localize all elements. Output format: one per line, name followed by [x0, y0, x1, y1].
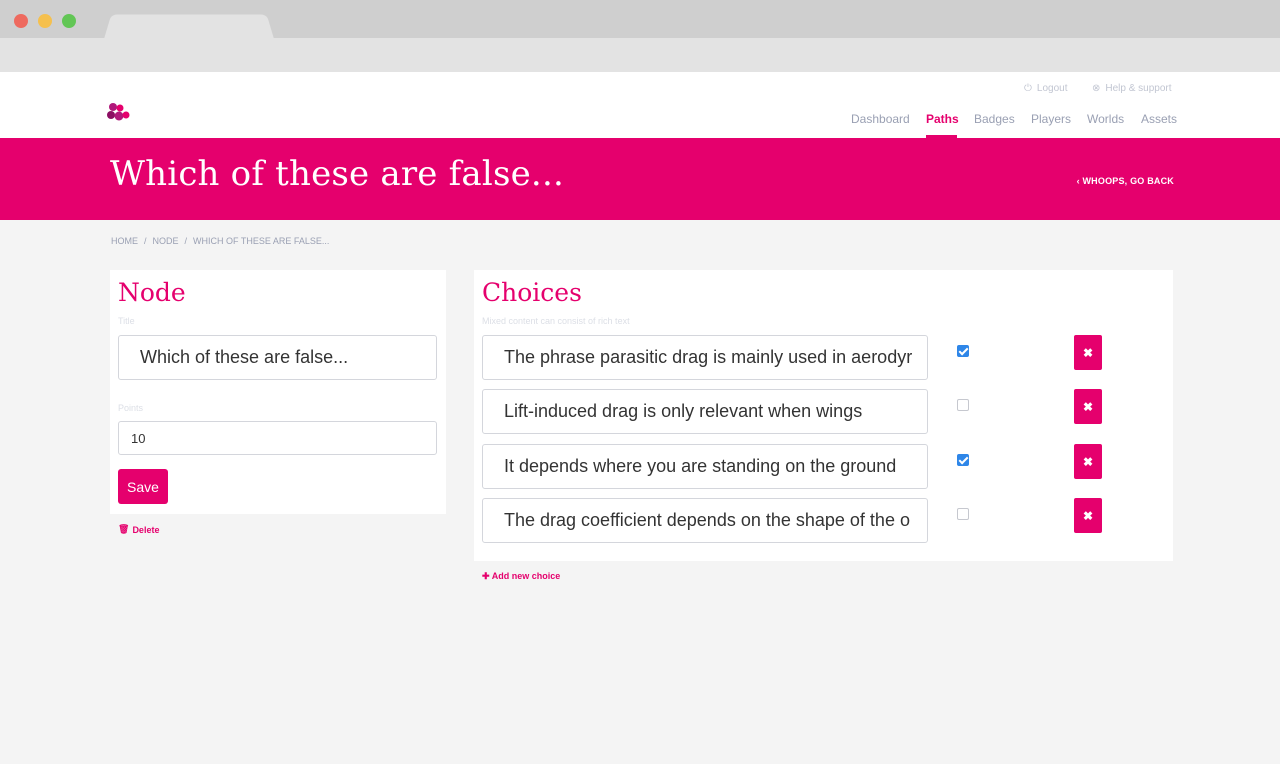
choices-heading: Choices: [482, 278, 582, 307]
close-icon: ✖: [1082, 345, 1094, 360]
title-input[interactable]: Which of these are false...: [118, 335, 437, 380]
page-title: Which of these are false...: [110, 154, 564, 194]
help-label: Help & support: [1105, 83, 1172, 94]
logout-label: Logout: [1036, 83, 1068, 94]
lifebuoy-icon: ⊗: [1092, 83, 1101, 94]
browser-chrome: [0, 0, 1280, 72]
browser-toolbar: [0, 38, 1280, 72]
logout-link[interactable]: ⏻ Logout: [1024, 83, 1068, 94]
choice-correct-checkbox[interactable]: [957, 454, 969, 466]
nav-paths[interactable]: Paths: [926, 112, 959, 126]
remove-choice-button[interactable]: ✖: [1074, 335, 1102, 370]
page-viewport: ⏻ Logout ⊗ Help & support Dashboard Path…: [0, 72, 1280, 764]
nav-worlds[interactable]: Worlds: [1087, 112, 1124, 126]
remove-choice-button[interactable]: ✖: [1074, 389, 1102, 424]
breadcrumb-separator: /: [184, 236, 188, 246]
plus-icon: ✚: [482, 571, 492, 581]
breadcrumb-current: WHICH OF THESE ARE FALSE...: [193, 236, 330, 246]
title-label: Title: [118, 316, 135, 326]
remove-choice-button[interactable]: ✖: [1074, 498, 1102, 533]
help-support-link[interactable]: ⊗ Help & support: [1092, 83, 1172, 94]
choice-input[interactable]: Lift-induced drag is only relevant when …: [482, 389, 928, 434]
save-button[interactable]: Save: [118, 469, 168, 504]
go-back-label: WHOOPS, GO BACK: [1082, 176, 1174, 186]
remove-choice-button[interactable]: ✖: [1074, 444, 1102, 479]
close-icon: ✖: [1082, 399, 1094, 414]
trash-icon: 🗑: [118, 524, 130, 534]
choice-correct-checkbox[interactable]: [957, 508, 969, 520]
page-hero: Which of these are false... ‹ WHOOPS, GO…: [0, 138, 1280, 220]
minimize-window-icon[interactable]: [38, 14, 52, 28]
delete-link[interactable]: 🗑 Delete: [118, 524, 159, 535]
node-panel: Node Title Which of these are false... P…: [110, 270, 446, 514]
nav-players[interactable]: Players: [1031, 112, 1071, 126]
choice-input[interactable]: The phrase parasitic drag is mainly used…: [482, 335, 928, 380]
choices-panel: Choices Mixed content can consist of ric…: [474, 270, 1173, 561]
points-label: Points: [118, 403, 144, 413]
node-heading: Node: [118, 278, 186, 307]
points-input[interactable]: 10: [118, 421, 437, 455]
close-window-icon[interactable]: [14, 14, 28, 28]
site-header: ⏻ Logout ⊗ Help & support Dashboard Path…: [0, 72, 1280, 138]
nav-dashboard[interactable]: Dashboard: [851, 112, 910, 126]
nav-assets[interactable]: Assets: [1141, 112, 1177, 126]
browser-tab[interactable]: [104, 14, 274, 39]
breadcrumb: HOME / NODE / WHICH OF THESE ARE FALSE..…: [111, 236, 329, 246]
go-back-link[interactable]: ‹ WHOOPS, GO BACK: [1077, 176, 1174, 186]
choice-input[interactable]: It depends where you are standing on the…: [482, 444, 928, 489]
add-choice-label: Add new choice: [491, 571, 561, 581]
close-icon: ✖: [1082, 454, 1094, 469]
choice-correct-checkbox[interactable]: [957, 345, 969, 357]
maximize-window-icon[interactable]: [62, 14, 76, 28]
delete-label: Delete: [132, 524, 160, 535]
close-icon: ✖: [1082, 508, 1094, 523]
logo-icon[interactable]: [106, 102, 130, 122]
power-icon: ⏻: [1024, 83, 1032, 94]
choice-input[interactable]: The drag coefficient depends on the shap…: [482, 498, 928, 543]
breadcrumb-separator: /: [144, 236, 147, 246]
choices-hint: Mixed content can consist of rich text: [482, 316, 630, 326]
nav-badges[interactable]: Badges: [974, 112, 1015, 126]
choice-correct-checkbox[interactable]: [957, 399, 969, 411]
breadcrumb-node[interactable]: NODE: [153, 236, 179, 246]
breadcrumb-home[interactable]: HOME: [111, 236, 138, 246]
add-choice-link[interactable]: ✚ Add new choice: [482, 571, 560, 582]
